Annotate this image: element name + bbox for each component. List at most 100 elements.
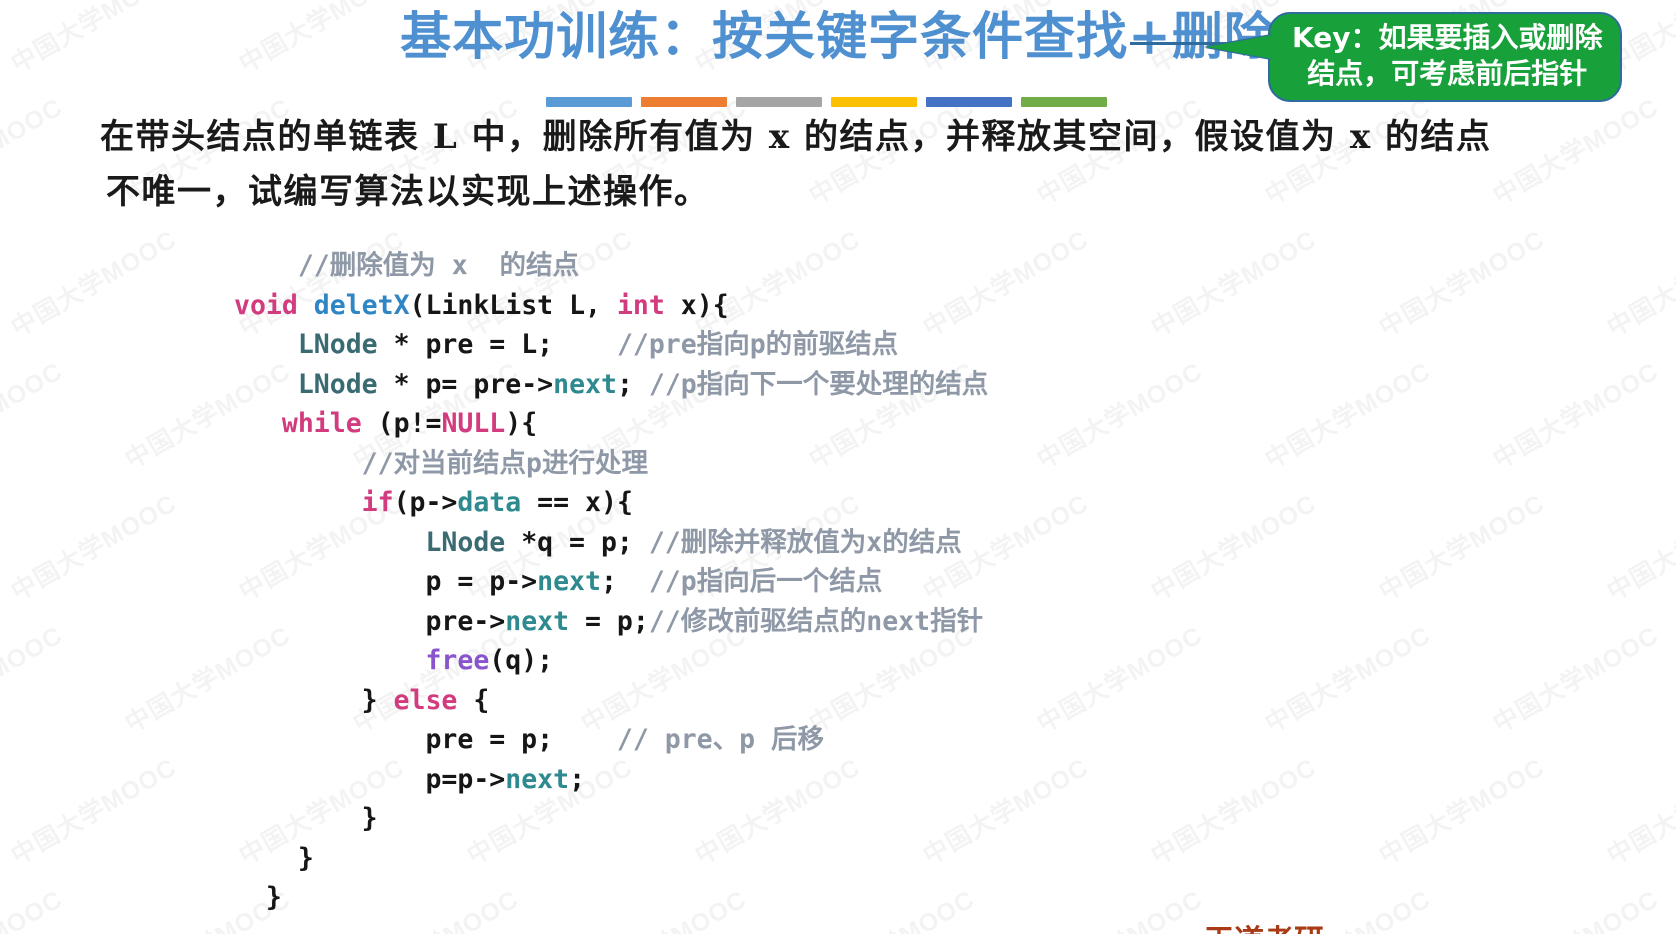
code-token-member: next bbox=[505, 763, 570, 795]
code-token-member: next bbox=[505, 605, 570, 637]
code-token-plain: (p!= bbox=[361, 408, 442, 439]
rule-segment-navy bbox=[926, 97, 1012, 107]
code-token-kw: if bbox=[361, 487, 394, 518]
code-token-plain: * p= pre-> bbox=[377, 368, 554, 400]
watermark-text: 中国大学MOOC bbox=[1485, 880, 1664, 934]
code-token-cmt: //删除并释放值为x的结点 bbox=[648, 526, 962, 558]
watermark-text: 中国大学MOOC bbox=[1143, 748, 1322, 872]
key-callout: Key：如果要插入或删除 结点，可考虑前后指针 bbox=[1206, 12, 1623, 102]
code-token-plain: * pre = L; bbox=[377, 329, 617, 360]
key-callout-box: Key：如果要插入或删除 结点，可考虑前后指针 bbox=[1206, 12, 1623, 102]
watermark-text: 中国大学MOOC bbox=[1485, 616, 1664, 740]
watermark-text: 中国大学MOOC bbox=[1371, 484, 1550, 608]
code-token-plain: (q); bbox=[489, 645, 554, 676]
code-token-plain: (p-> bbox=[393, 487, 458, 518]
code-token-cmt: // pre、p 后移 bbox=[616, 724, 825, 755]
rule-segment-orange bbox=[641, 97, 727, 107]
code-token-type: LNode bbox=[297, 329, 378, 360]
code-line: } bbox=[234, 799, 988, 839]
watermark-text: 中国大学MOOC bbox=[1599, 484, 1676, 608]
code-line: LNode * pre = L; //pre指向p的前驱结点 bbox=[234, 325, 988, 365]
code-token-plain: } bbox=[234, 882, 282, 913]
code-token-type: LNode bbox=[425, 526, 506, 558]
code-token-plain: == x){ bbox=[521, 487, 633, 518]
code-token-kw: NULL bbox=[441, 408, 506, 439]
code-line: p = p->next; //p指向后一个结点 bbox=[234, 562, 988, 602]
code-token-plain: ; bbox=[600, 566, 649, 597]
code-token-kw: else bbox=[393, 684, 458, 716]
watermark-text: 中国大学MOOC bbox=[3, 484, 182, 608]
code-token-plain: *q = p; bbox=[505, 526, 649, 558]
watermark-text: 中国大学MOOC bbox=[0, 880, 68, 934]
code-token-cmt: //修改前驱结点的next指针 bbox=[648, 605, 984, 637]
code-token-fn: deletX bbox=[313, 289, 410, 321]
problem-statement: 在带头结点的单链表 L 中，删除所有值为 x 的结点，并释放其空间，假设值为 x… bbox=[100, 110, 1580, 220]
problem-line-2: 不唯一，试编写算法以实现上述操作。 bbox=[106, 172, 710, 213]
code-line: } bbox=[234, 878, 988, 918]
code-token-plain: (LinkList L, bbox=[409, 289, 617, 321]
code-line: free(q); bbox=[234, 641, 988, 681]
code-line: pre->next = p;//修改前驱结点的next指针 bbox=[234, 602, 988, 642]
callout-arrow-icon bbox=[1206, 35, 1272, 59]
watermark-text: 中国大学MOOC bbox=[1029, 352, 1208, 476]
watermark-text: 中国大学MOOC bbox=[3, 220, 182, 344]
code-token-kw: while bbox=[281, 408, 362, 439]
watermark-text: 中国大学MOOC bbox=[1599, 748, 1676, 872]
watermark-text: 中国大学MOOC bbox=[0, 88, 68, 212]
code-token-plain: ; bbox=[616, 368, 649, 400]
watermark-text: 中国大学MOOC bbox=[0, 352, 68, 476]
code-line: } bbox=[234, 839, 988, 879]
watermark-text: 中国大学MOOC bbox=[1599, 220, 1676, 344]
watermark-text: 中国大学MOOC bbox=[1371, 220, 1550, 344]
code-line: } else { bbox=[234, 681, 988, 721]
code-line: if(p->data == x){ bbox=[234, 483, 988, 523]
code-token-cmt: //p指向下一个要处理的结点 bbox=[648, 368, 989, 400]
code-token-member: next bbox=[553, 368, 617, 400]
rule-segment-yellow bbox=[831, 97, 917, 107]
code-token-plain: } bbox=[234, 842, 314, 874]
slide-canvas: 基本功训练：按关键字条件查找+删除 Key：如果要插入或删除 结点，可考虑前后指… bbox=[0, 0, 1676, 934]
code-line: //删除值为 x 的结点 bbox=[234, 246, 988, 286]
code-token-cmt: //pre指向p的前驱结点 bbox=[616, 329, 899, 360]
code-token-kw: int bbox=[616, 289, 665, 321]
code-line: pre = p; // pre、p 后移 bbox=[234, 720, 988, 760]
rule-segment-gray bbox=[736, 97, 822, 107]
code-token-plain: x){ bbox=[664, 289, 729, 321]
code-token-member: data bbox=[457, 487, 522, 518]
code-token-cmt: //对当前结点p进行处理 bbox=[361, 447, 649, 479]
watermark-text: 中国大学MOOC bbox=[1029, 616, 1208, 740]
callout-line-1: Key：如果要插入或删除 bbox=[1292, 21, 1603, 54]
code-line: p=p->next; bbox=[234, 760, 988, 800]
code-token-plain: { bbox=[457, 684, 490, 716]
watermark-text: 中国大学MOOC bbox=[1029, 880, 1208, 934]
code-line: void deletX(LinkList L, int x){ bbox=[234, 286, 988, 326]
code-line: LNode *q = p; //删除并释放值为x的结点 bbox=[234, 523, 988, 563]
code-line: while (p!=NULL){ bbox=[234, 404, 988, 444]
code-token-member: next bbox=[537, 566, 601, 597]
code-token-plain: p=p-> bbox=[234, 763, 506, 795]
rule-segment-green bbox=[1021, 97, 1107, 107]
code-token-kw: void bbox=[234, 289, 298, 321]
bottom-text-fragment: 王道考研 bbox=[1204, 916, 1324, 934]
watermark-text: 中国大学MOOC bbox=[3, 748, 182, 872]
code-token-plain: ; bbox=[569, 763, 586, 795]
code-token-cmt: //p指向后一个结点 bbox=[648, 566, 883, 597]
watermark-text: 中国大学MOOC bbox=[1371, 748, 1550, 872]
code-token-plain: } bbox=[234, 684, 394, 716]
code-block: //删除值为 x 的结点 void deletX(LinkList L, int … bbox=[234, 246, 988, 918]
code-token-plain: = p; bbox=[569, 605, 649, 637]
code-line: LNode * p= pre->next; //p指向下一个要处理的结点 bbox=[234, 365, 988, 405]
watermark-text: 中国大学MOOC bbox=[1257, 616, 1436, 740]
code-token-plain: ){ bbox=[505, 408, 538, 439]
callout-line-2: 结点，可考虑前后指针 bbox=[1307, 56, 1588, 90]
code-token-plain: p = p-> bbox=[234, 566, 538, 597]
watermark-text: 中国大学MOOC bbox=[0, 616, 68, 740]
watermark-text: 中国大学MOOC bbox=[1143, 484, 1322, 608]
